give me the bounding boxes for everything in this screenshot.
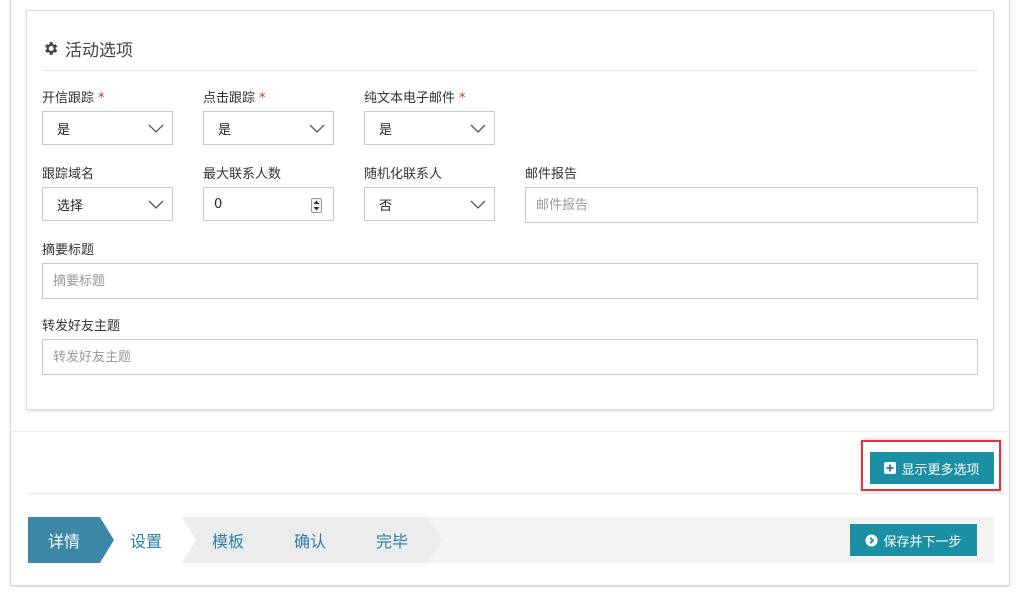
divider: [42, 70, 978, 71]
required-mark: *: [459, 91, 466, 106]
chevron-down-icon: [309, 124, 325, 133]
max-contacts-input[interactable]: 0: [203, 187, 334, 221]
wizard-step-template[interactable]: 模板: [182, 517, 278, 563]
divider: [12, 431, 1008, 432]
click-tracking-label: 点击跟踪 *: [203, 91, 266, 106]
tracking-domain-select[interactable]: 选择: [42, 187, 173, 221]
show-more-options-label: 显示更多选项: [901, 462, 980, 478]
max-contacts-value: 0: [214, 196, 223, 212]
max-contacts-label: 最大联系人数: [203, 167, 282, 182]
spinner-arrows-icon: [313, 200, 320, 211]
email-report-label: 邮件报告: [525, 167, 578, 182]
number-spinner[interactable]: [311, 198, 322, 213]
panel-title-text: 活动选项: [65, 41, 133, 61]
open-tracking-select[interactable]: 是: [42, 111, 173, 145]
forward-subject-label: 转发好友主题: [42, 319, 121, 334]
plain-text-email-value: 是: [379, 122, 393, 138]
plus-square-icon: [884, 462, 897, 474]
summary-title-label: 摘要标题: [42, 243, 95, 258]
required-mark: *: [259, 91, 266, 106]
wizard-step-settings[interactable]: 设置: [100, 517, 196, 563]
randomize-contacts-select[interactable]: 否: [364, 187, 495, 221]
open-tracking-label: 开信跟踪 *: [42, 91, 105, 106]
randomize-contacts-value: 否: [379, 198, 393, 214]
gear-icon: [45, 42, 58, 55]
forward-subject-input[interactable]: [42, 339, 978, 375]
save-and-next-label: 保存并下一步: [883, 534, 962, 550]
chevron-down-icon: [470, 200, 486, 209]
wizard-step-done[interactable]: 完毕: [346, 517, 442, 563]
chevron-down-icon: [148, 124, 164, 133]
email-report-input[interactable]: [525, 187, 978, 223]
chevron-down-icon: [148, 200, 164, 209]
divider: [28, 493, 1008, 494]
click-tracking-select[interactable]: 是: [203, 111, 334, 145]
open-tracking-value: 是: [57, 122, 71, 138]
tracking-domain-label: 跟踪域名: [42, 167, 95, 182]
chevron-down-icon: [470, 124, 486, 133]
summary-title-input[interactable]: [42, 263, 978, 299]
wizard-step-details[interactable]: 详情: [28, 517, 114, 563]
randomize-contacts-label: 随机化联系人: [364, 167, 443, 182]
wizard-step-confirm[interactable]: 确认: [264, 517, 360, 563]
save-and-next-button[interactable]: 保存并下一步: [850, 524, 977, 556]
chevron-circle-right-icon: [865, 533, 879, 547]
click-tracking-value: 是: [218, 122, 232, 138]
panel-title: 活动选项: [42, 36, 133, 61]
show-more-options-button[interactable]: 显示更多选项: [870, 452, 994, 484]
required-mark: *: [98, 91, 105, 106]
tracking-domain-value: 选择: [57, 198, 84, 214]
plain-text-email-select[interactable]: 是: [364, 111, 495, 145]
plain-text-email-label: 纯文本电子邮件 *: [364, 91, 466, 106]
